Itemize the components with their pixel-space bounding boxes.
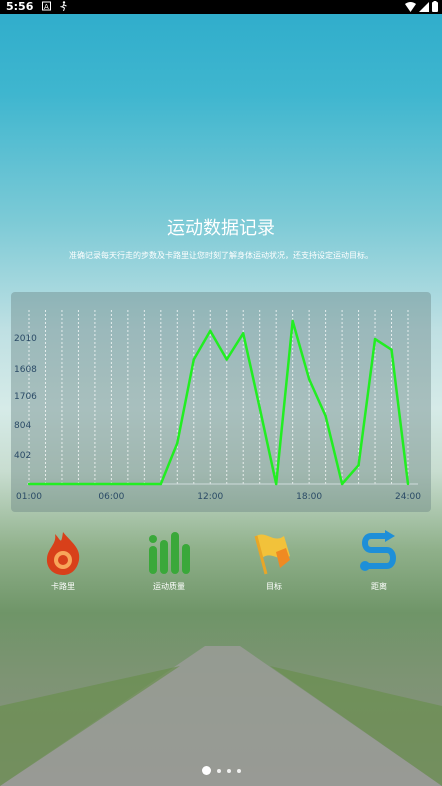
data-point [44,482,47,486]
notification-runner-icon [60,1,67,11]
data-point [258,406,261,410]
page-indicator[interactable] [0,766,442,775]
data-point [93,482,97,486]
x-tick-label: 24:00 [395,492,421,502]
y-tick-label: 1706 [14,392,37,402]
feature-label: 运动质量 [153,582,185,591]
bars-icon [149,532,190,574]
y-tick-label: 402 [14,451,31,461]
data-point [225,358,228,361]
data-point [60,482,64,486]
data-point [209,329,212,333]
road-scenery [0,646,442,786]
flag-icon [254,534,290,575]
notification-a-icon: A [42,1,51,11]
steps-chart: 2010 1608 1706 804 402 01:00 06:00 12:00 18:00 24… [11,292,431,512]
feature-row: 卡路里 运动质量 目标 距离 [0,530,442,600]
flame-icon [46,532,80,575]
data-point [77,482,80,486]
feature-label: 目标 [266,582,282,591]
x-tick-label: 18:00 [296,492,322,502]
route-icon [360,530,396,571]
y-tick-label: 1608 [14,365,37,375]
data-point [126,482,130,486]
steps-chart-svg: 2010 1608 1706 804 402 01:00 06:00 12:00 18:00 24… [14,310,421,502]
feature-distance[interactable]: 距离 [344,530,414,592]
data-point [192,358,195,361]
y-tick-label: 2010 [14,334,37,344]
data-point [242,332,245,335]
feature-label: 卡路里 [51,582,75,591]
feature-quality[interactable]: 运动质量 [134,530,204,592]
y-tick-label: 804 [14,421,31,431]
data-point [324,414,327,418]
feature-calories[interactable]: 卡路里 [28,530,98,592]
status-bar: 5:56 A [0,0,442,14]
feature-label: 距离 [371,582,387,591]
page-dot[interactable] [236,768,241,773]
data-point [274,482,278,486]
page-subtitle: 准确记录每天行走的步数及卡路里让您时刻了解身体运动状况，还支持设定运动目标。 [69,251,373,260]
data-point [291,319,294,323]
wifi-icon [405,1,416,12]
x-tick-label: 12:00 [197,492,223,502]
status-time: 5:56 [6,0,34,13]
data-point [143,482,146,486]
page-title: 运动数据记录 [167,218,275,239]
data-point [110,482,113,486]
page-dot-active[interactable] [201,766,211,775]
data-point [27,482,31,486]
data-point [307,377,311,381]
data-point [340,482,344,486]
feature-goal[interactable]: 目标 [239,530,309,592]
signal-icon [419,1,429,12]
svg-text:A: A [44,3,49,11]
page-dot[interactable] [226,768,231,773]
series-line [29,319,410,486]
data-point [406,482,410,486]
data-point [176,441,179,445]
data-point [373,337,377,341]
data-point [357,463,360,467]
page-dot[interactable] [216,768,221,773]
data-point [390,348,393,351]
x-tick-label: 06:00 [98,492,124,502]
x-tick-label: 01:00 [16,492,42,502]
data-point [159,482,163,486]
battery-icon [432,1,438,12]
